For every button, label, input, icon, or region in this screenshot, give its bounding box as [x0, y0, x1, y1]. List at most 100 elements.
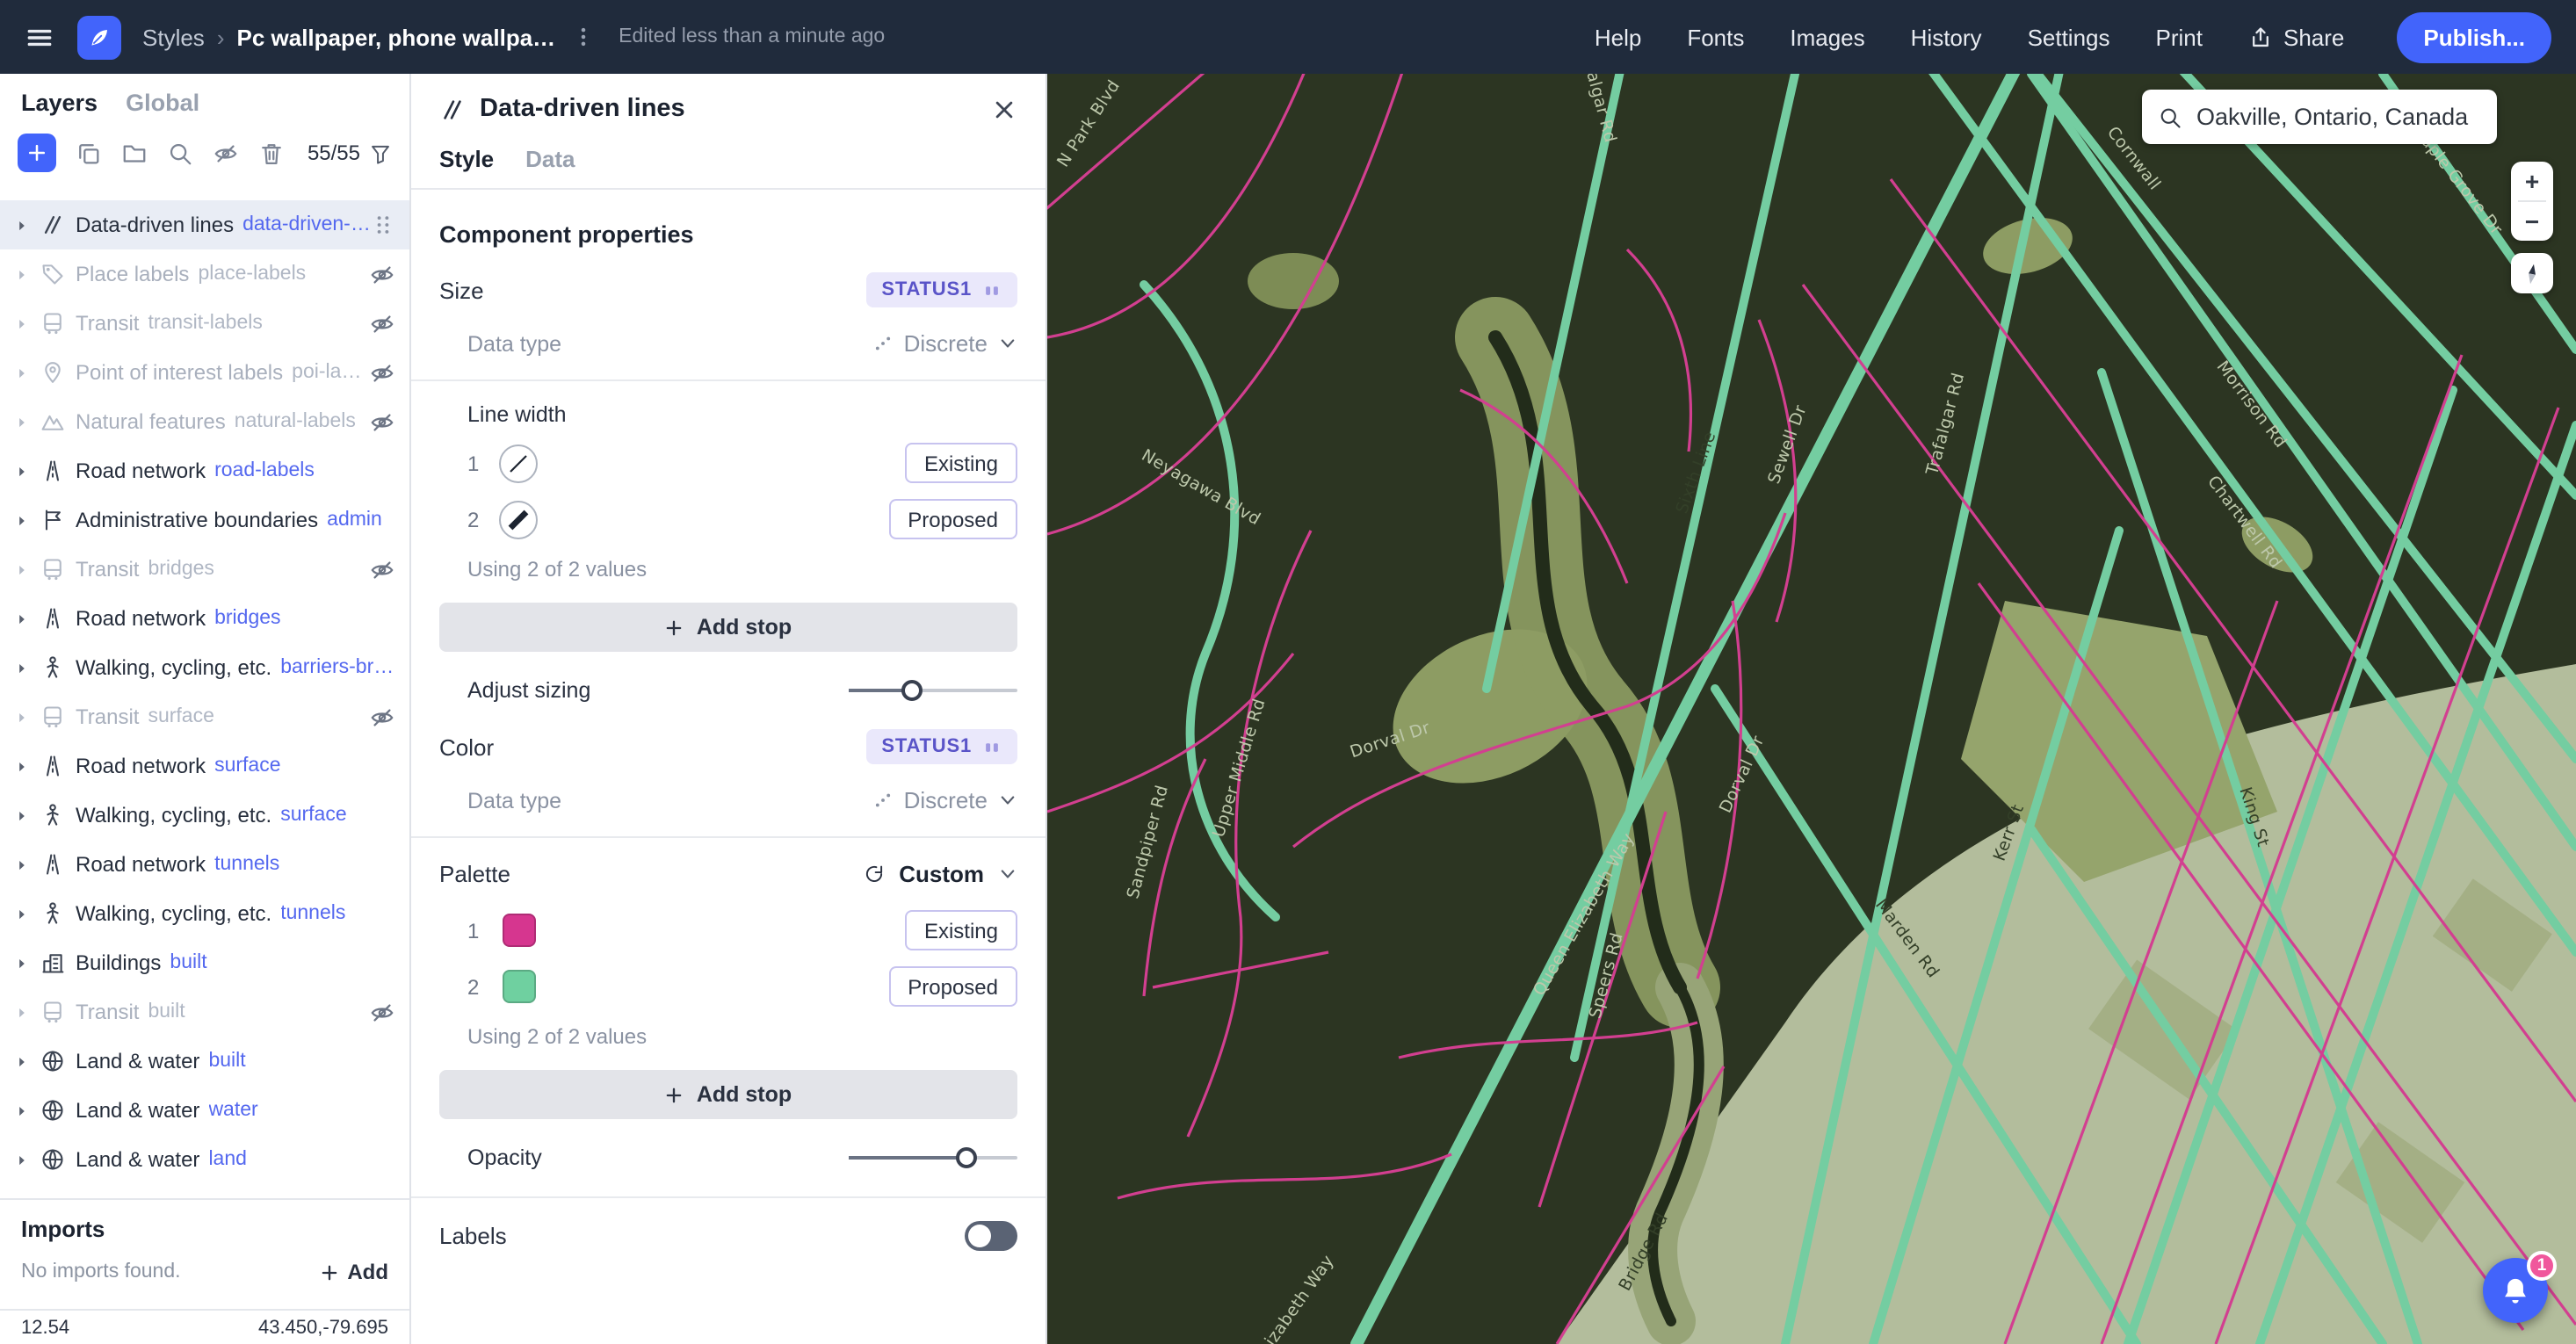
disclosure-caret-icon[interactable]	[14, 217, 30, 233]
zoom-out-button[interactable]: −	[2511, 202, 2553, 241]
style-menu-kebab-icon[interactable]	[571, 25, 596, 49]
disclosure-caret-icon[interactable]	[14, 414, 30, 430]
disclosure-caret-icon[interactable]	[14, 561, 30, 577]
disclosure-caret-icon[interactable]	[14, 365, 30, 380]
search-input[interactable]: Oakville, Ontario, Canada	[2196, 104, 2468, 130]
menu-history[interactable]: History	[1911, 24, 1982, 50]
color-datatype-select[interactable]: Discrete	[874, 787, 1017, 813]
disclosure-caret-icon[interactable]	[14, 660, 30, 676]
menu-fonts[interactable]: Fonts	[1687, 24, 1744, 50]
layer-row[interactable]: Transittransit-labels	[0, 299, 409, 348]
mapbox-logo[interactable]	[77, 15, 121, 59]
add-import-button[interactable]: Add	[319, 1260, 388, 1284]
layer-row[interactable]: Road networkbridges	[0, 594, 409, 643]
disclosure-caret-icon[interactable]	[14, 758, 30, 774]
map-canvas[interactable]: N Park Blvdfalgar RdCornwallMaple Grove …	[1047, 74, 2576, 1344]
menu-icon[interactable]	[25, 22, 54, 52]
layer-row[interactable]: Road networksurface	[0, 741, 409, 791]
adjust-sizing-slider[interactable]	[849, 680, 1017, 701]
duplicate-layer-icon[interactable]	[76, 140, 102, 166]
share-button[interactable]: Share	[2248, 24, 2344, 50]
breadcrumb-styles[interactable]: Styles	[142, 24, 205, 50]
visibility-off-icon[interactable]	[369, 310, 395, 336]
disclosure-caret-icon[interactable]	[14, 906, 30, 921]
disclosure-caret-icon[interactable]	[14, 955, 30, 971]
visibility-off-icon[interactable]	[369, 556, 395, 582]
visibility-off-icon[interactable]	[369, 704, 395, 730]
tab-global[interactable]: Global	[126, 90, 199, 116]
delete-layer-icon[interactable]	[258, 140, 285, 166]
notifications-button[interactable]: 1	[2483, 1258, 2548, 1323]
filter-icon[interactable]	[369, 141, 392, 164]
disclosure-caret-icon[interactable]	[14, 611, 30, 626]
stop-value-chip[interactable]: Proposed	[888, 966, 1017, 1007]
layer-row[interactable]: Transitbridges	[0, 545, 409, 594]
layer-row[interactable]: Land & waterwater	[0, 1086, 409, 1135]
size-datatype-select[interactable]: Discrete	[874, 330, 1017, 357]
slider-handle[interactable]	[956, 1147, 977, 1168]
disclosure-caret-icon[interactable]	[14, 463, 30, 479]
layer-row[interactable]: Place labelsplace-labels	[0, 249, 409, 299]
publish-button[interactable]: Publish...	[2397, 11, 2551, 62]
disclosure-caret-icon[interactable]	[14, 1152, 30, 1167]
layer-row[interactable]: Walking, cycling, etc.surface	[0, 791, 409, 840]
layer-row[interactable]: Road networktunnels	[0, 840, 409, 889]
slider-handle[interactable]	[901, 680, 922, 701]
layer-row[interactable]: Transitbuilt	[0, 987, 409, 1037]
disclosure-caret-icon[interactable]	[14, 1004, 30, 1020]
layer-row[interactable]: Land & waterbuilt	[0, 1037, 409, 1086]
line-width-swatch-thick[interactable]	[499, 500, 538, 538]
stop-value-chip[interactable]: Existing	[905, 910, 1017, 950]
layer-row[interactable]: Point of interest labelspoi-labels	[0, 348, 409, 397]
color-swatch-proposed[interactable]	[503, 970, 536, 1003]
layer-row[interactable]: Walking, cycling, etc.tunnels	[0, 889, 409, 938]
visibility-off-icon[interactable]	[369, 999, 395, 1025]
layer-row[interactable]: Data-driven linesdata-driven-line	[0, 200, 409, 249]
disclosure-caret-icon[interactable]	[14, 709, 30, 725]
disclosure-caret-icon[interactable]	[14, 266, 30, 282]
disclosure-caret-icon[interactable]	[14, 512, 30, 528]
style-title[interactable]: Pc wallpaper, phone wallpa…	[237, 24, 556, 50]
menu-help[interactable]: Help	[1595, 24, 1642, 50]
menu-settings[interactable]: Settings	[2028, 24, 2110, 50]
disclosure-caret-icon[interactable]	[14, 1102, 30, 1118]
visibility-off-icon[interactable]	[369, 359, 395, 386]
tab-data[interactable]: Data	[525, 139, 575, 188]
layer-row[interactable]: Buildingsbuilt	[0, 938, 409, 987]
visibility-off-icon[interactable]	[369, 261, 395, 287]
layer-row[interactable]: Land & waterland	[0, 1135, 409, 1181]
disclosure-caret-icon[interactable]	[14, 315, 30, 331]
drag-handle-icon[interactable]	[371, 213, 395, 237]
visibility-off-icon[interactable]	[369, 408, 395, 435]
compass-button[interactable]	[2511, 253, 2553, 293]
close-icon[interactable]	[991, 96, 1017, 122]
disclosure-caret-icon[interactable]	[14, 807, 30, 823]
menu-images[interactable]: Images	[1790, 24, 1864, 50]
line-width-swatch-thin[interactable]	[499, 444, 538, 482]
add-stop-button[interactable]: Add stop	[439, 603, 1017, 652]
layer-row[interactable]: Transitsurface	[0, 692, 409, 741]
tab-style[interactable]: Style	[439, 139, 494, 188]
geocoder-search[interactable]: Oakville, Ontario, Canada	[2142, 90, 2497, 144]
layer-row[interactable]: Administrative boundariesadmin	[0, 495, 409, 545]
color-field-chip[interactable]: STATUS1	[865, 729, 1017, 764]
palette-select[interactable]: Custom	[862, 861, 1017, 887]
layer-row[interactable]: Road networkroad-labels	[0, 446, 409, 495]
toggle-visibility-icon[interactable]	[213, 140, 239, 166]
disclosure-caret-icon[interactable]	[14, 856, 30, 872]
opacity-slider[interactable]	[849, 1147, 1017, 1168]
labels-toggle[interactable]	[965, 1221, 1017, 1251]
tab-layers[interactable]: Layers	[21, 90, 98, 116]
stop-value-chip[interactable]: Proposed	[888, 499, 1017, 539]
size-field-chip[interactable]: STATUS1	[865, 272, 1017, 307]
zoom-in-button[interactable]: +	[2511, 162, 2553, 200]
group-layers-icon[interactable]	[121, 140, 148, 166]
layer-row[interactable]: Natural featuresnatural-labels	[0, 397, 409, 446]
stop-value-chip[interactable]: Existing	[905, 443, 1017, 483]
layer-row[interactable]: Walking, cycling, etc.barriers-bridges	[0, 643, 409, 692]
disclosure-caret-icon[interactable]	[14, 1053, 30, 1069]
inspect-layer-icon[interactable]	[167, 140, 193, 166]
add-layer-button[interactable]	[18, 134, 56, 172]
add-stop-button[interactable]: Add stop	[439, 1070, 1017, 1119]
menu-print[interactable]: Print	[2156, 24, 2203, 50]
